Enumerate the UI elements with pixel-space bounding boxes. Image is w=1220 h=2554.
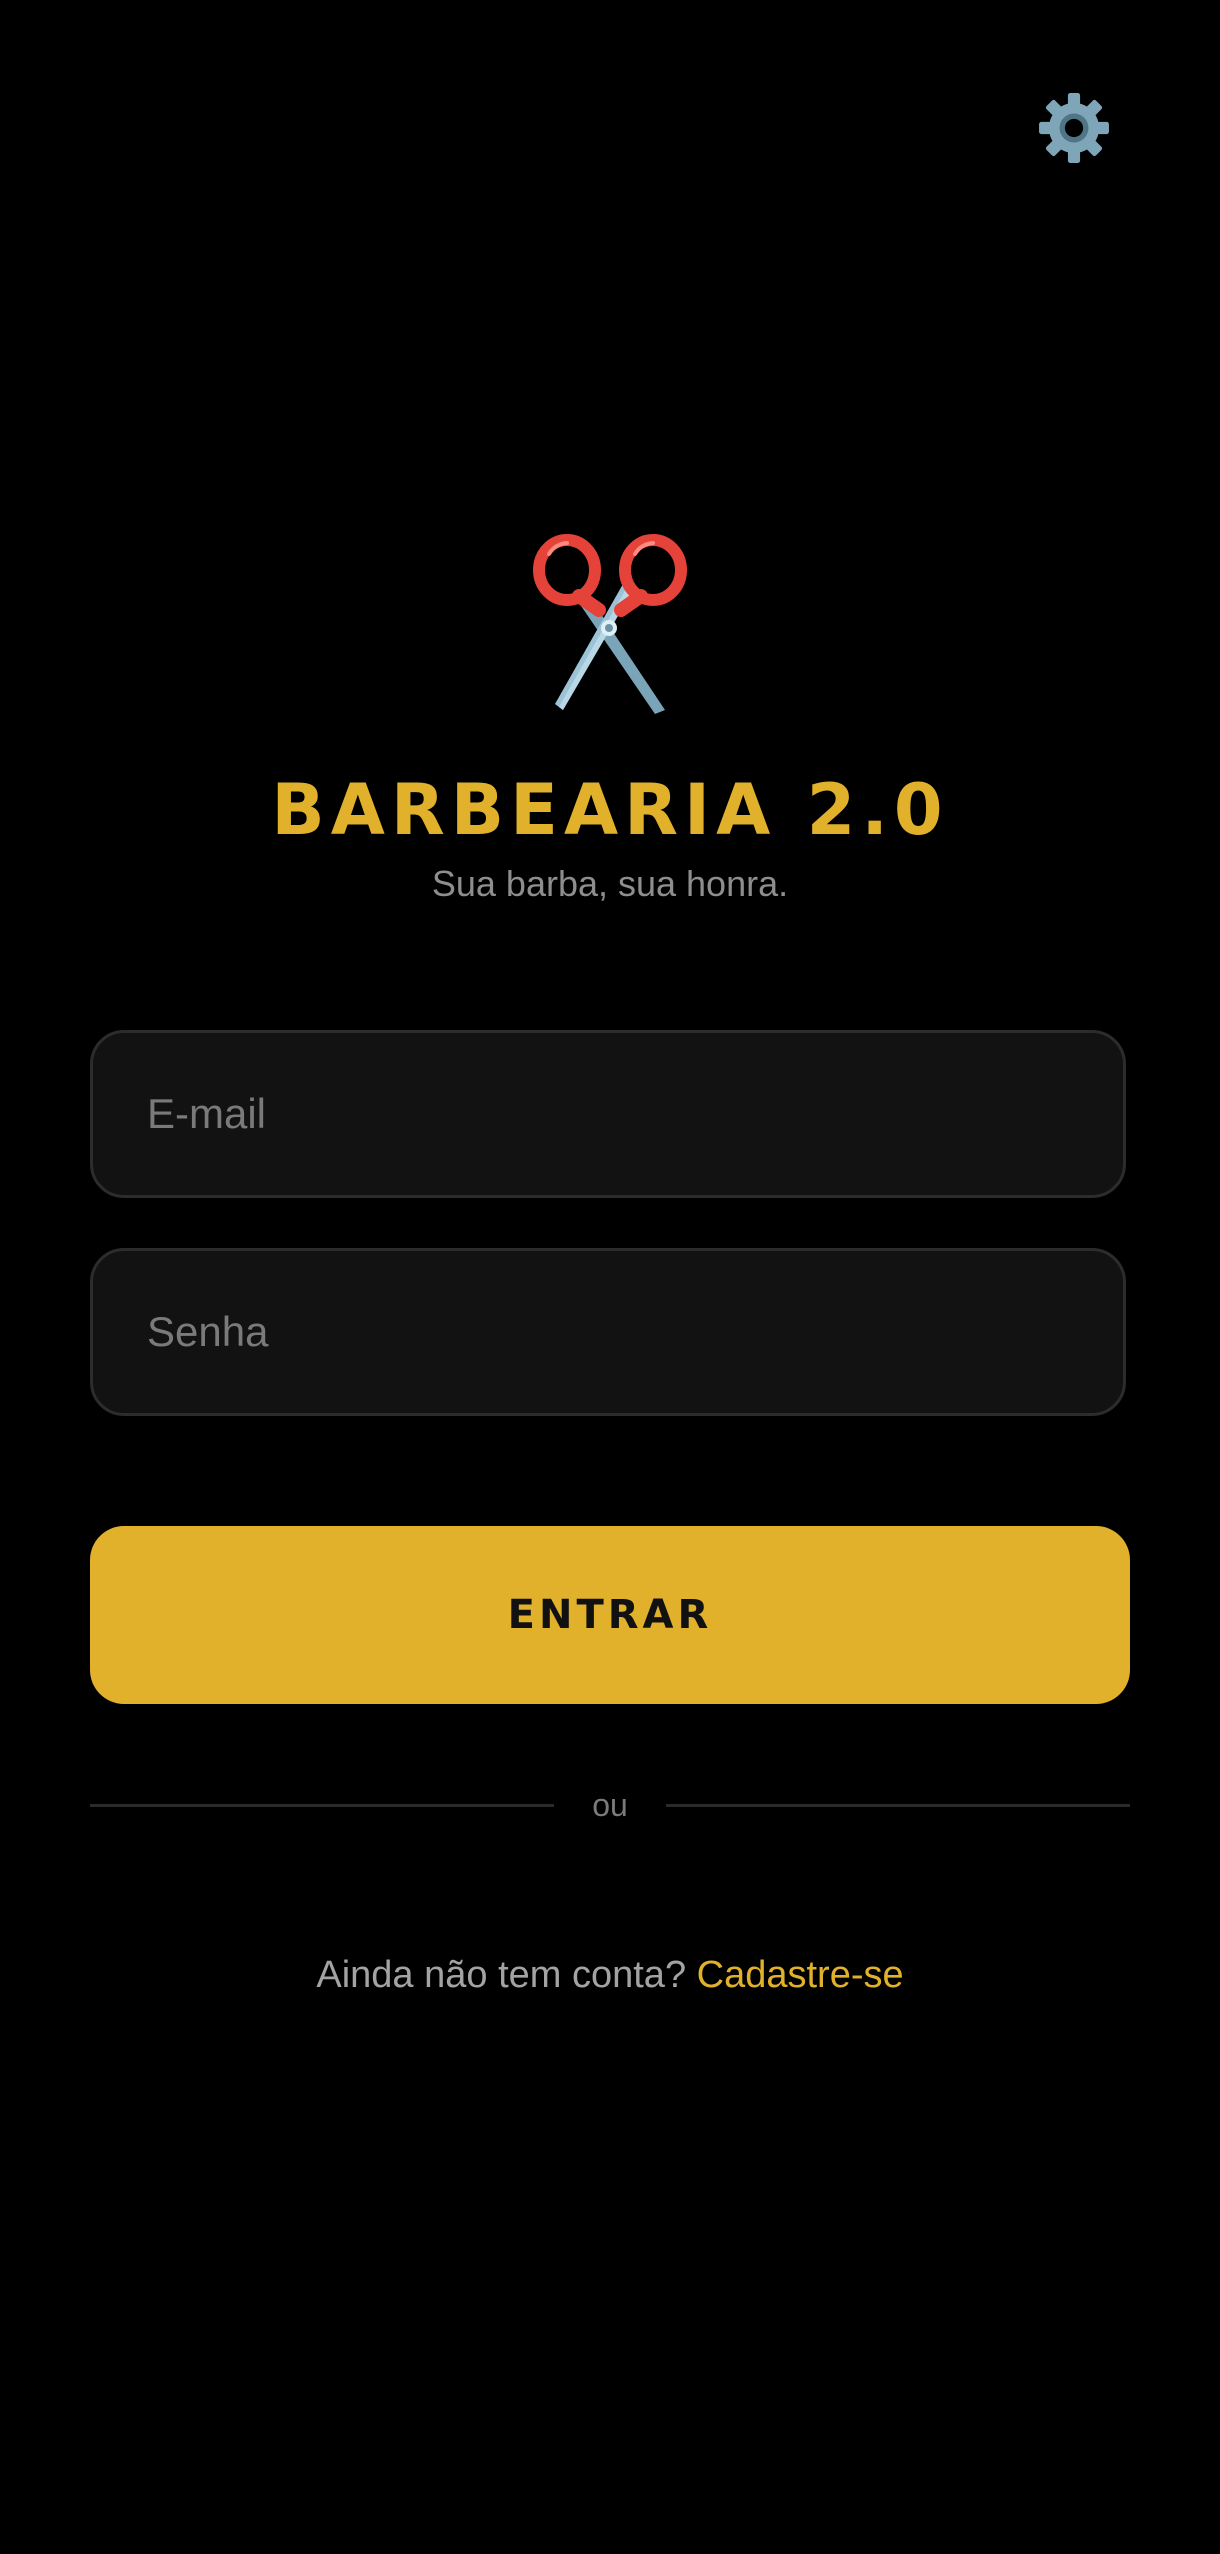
divider-line-left <box>90 1803 554 1807</box>
signup-prompt: Ainda não tem conta? <box>316 1954 697 1996</box>
settings-button[interactable] <box>1032 86 1116 170</box>
divider-line-right <box>666 1803 1130 1807</box>
app-tagline: Sua barba, sua honra. <box>431 863 789 904</box>
app-title: BARBEARIA 2.0 <box>271 769 949 851</box>
gear-icon <box>1039 93 1109 163</box>
scissors-icon <box>533 534 687 714</box>
divider-text: ou <box>592 1786 628 1823</box>
signup-link[interactable]: Cadastre-se <box>697 1954 904 1996</box>
email-field[interactable] <box>90 1030 1126 1198</box>
login-button[interactable]: ENTRAR <box>90 1526 1130 1704</box>
signup-row: Ainda não tem conta? Cadastre-se <box>0 1950 1220 2000</box>
email-input[interactable] <box>93 1033 1123 1195</box>
password-input[interactable] <box>93 1251 1123 1413</box>
brand-logo <box>515 530 705 720</box>
or-divider: ou <box>90 1780 1130 1830</box>
password-field[interactable] <box>90 1248 1126 1416</box>
